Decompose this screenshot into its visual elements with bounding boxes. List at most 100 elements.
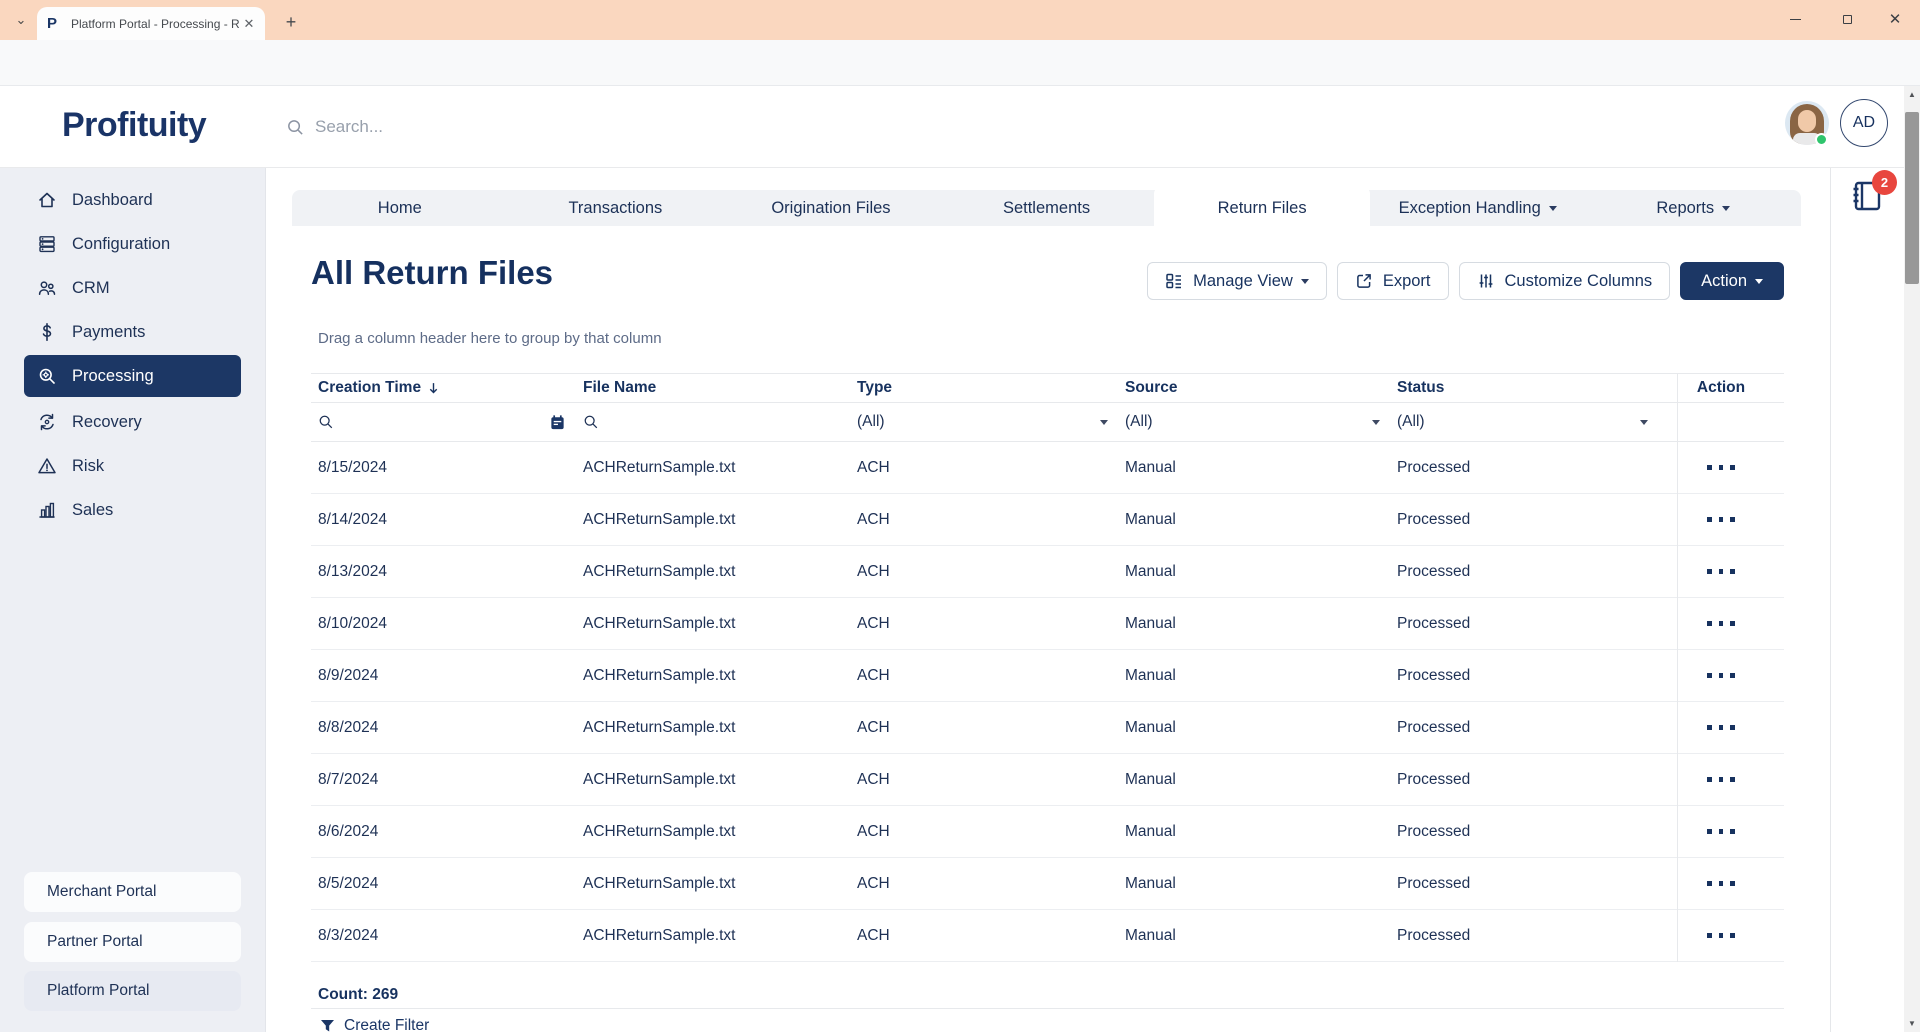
online-status-dot xyxy=(1815,133,1828,146)
window-close-button[interactable]: ✕ xyxy=(1872,0,1918,38)
row-actions-more-button[interactable] xyxy=(1701,511,1741,528)
column-header-file-name[interactable]: File Name xyxy=(576,379,850,397)
sidebar-item-recovery[interactable]: Recovery xyxy=(0,400,266,444)
row-actions-more-button[interactable] xyxy=(1701,771,1741,788)
chevron-down-icon xyxy=(1640,420,1648,425)
sidebar-item-sales[interactable]: Sales xyxy=(0,488,266,532)
tab-return-files[interactable]: Return Files xyxy=(1154,186,1370,230)
browser-tab-strip: ⌄ P Platform Portal - Processing - R ✕ +… xyxy=(0,0,1920,40)
tab-origination-files[interactable]: Origination Files xyxy=(723,190,939,226)
sidebar-label: Payments xyxy=(72,323,145,342)
column-label: File Name xyxy=(583,379,656,397)
tab-close-icon[interactable]: ✕ xyxy=(241,16,257,32)
calendar-icon[interactable] xyxy=(549,414,566,431)
scroll-up-arrow[interactable]: ▲ xyxy=(1904,86,1920,103)
table-row[interactable]: 8/9/2024 ACHReturnSample.txt ACH Manual … xyxy=(311,650,1784,702)
cell-type: ACH xyxy=(850,459,1118,477)
sidebar-label: Dashboard xyxy=(72,191,153,210)
tab-reports[interactable]: Reports xyxy=(1585,190,1801,226)
row-actions-more-button[interactable] xyxy=(1701,927,1741,944)
profituity-logo[interactable]: Profituity xyxy=(62,106,206,145)
scrollbar-thumb[interactable] xyxy=(1905,112,1919,284)
scroll-down-arrow[interactable]: ▼ xyxy=(1904,1015,1920,1032)
file-name-filter[interactable] xyxy=(576,403,850,441)
table-row[interactable]: 8/14/2024 ACHReturnSample.txt ACH Manual… xyxy=(311,494,1784,546)
window-maximize-button[interactable] xyxy=(1824,0,1870,38)
columns-sliders-icon xyxy=(1477,272,1495,290)
home-icon xyxy=(37,190,57,210)
column-label: Type xyxy=(857,379,892,397)
sidebar-label: Recovery xyxy=(72,413,142,432)
column-header-creation-time[interactable]: Creation Time xyxy=(311,379,576,397)
funnel-icon xyxy=(320,1019,335,1033)
browser-toolbar: acme.demo.profituity.com/platform-portal… xyxy=(0,40,1920,86)
column-header-status[interactable]: Status xyxy=(1390,379,1658,397)
row-actions-more-button[interactable] xyxy=(1701,667,1741,684)
export-button[interactable]: Export xyxy=(1337,262,1449,300)
row-actions-more-button[interactable] xyxy=(1701,719,1741,736)
row-actions-more-button[interactable] xyxy=(1701,875,1741,892)
browser-tab[interactable]: P Platform Portal - Processing - R ✕ xyxy=(37,7,265,40)
window-minimize-button[interactable] xyxy=(1772,0,1818,38)
cell-type: ACH xyxy=(850,875,1118,893)
column-header-type[interactable]: Type xyxy=(850,379,1118,397)
sidebar-label: Processing xyxy=(72,367,154,386)
column-label: Creation Time xyxy=(318,379,421,397)
tab-search-chevron-icon[interactable]: ⌄ xyxy=(8,9,34,33)
cell-source: Manual xyxy=(1118,667,1390,685)
button-label: Customize Columns xyxy=(1505,272,1653,291)
row-actions-more-button[interactable] xyxy=(1701,459,1741,476)
status-filter-dropdown[interactable]: (All) xyxy=(1390,403,1658,441)
merchant-portal-button[interactable]: Merchant Portal xyxy=(24,872,241,912)
sidebar-label: Configuration xyxy=(72,235,170,254)
tab-label: Origination Files xyxy=(771,199,890,218)
sidebar-item-risk[interactable]: Risk xyxy=(0,444,266,488)
sidebar-item-processing[interactable]: Processing xyxy=(24,355,241,397)
account-initials-badge[interactable]: AD xyxy=(1840,99,1888,147)
recovery-icon xyxy=(37,412,57,432)
row-actions-more-button[interactable] xyxy=(1701,615,1741,632)
table-row[interactable]: 8/5/2024 ACHReturnSample.txt ACH Manual … xyxy=(311,858,1784,910)
table-row[interactable]: 8/8/2024 ACHReturnSample.txt ACH Manual … xyxy=(311,702,1784,754)
page-title: All Return Files xyxy=(311,254,553,292)
table-row[interactable]: 8/6/2024 ACHReturnSample.txt ACH Manual … xyxy=(311,806,1784,858)
tab-home[interactable]: Home xyxy=(292,190,508,226)
create-filter-link[interactable]: Create Filter xyxy=(320,1017,429,1035)
new-tab-button[interactable]: + xyxy=(278,10,304,36)
source-filter-dropdown[interactable]: (All) xyxy=(1118,403,1390,441)
table-row[interactable]: 8/10/2024 ACHReturnSample.txt ACH Manual… xyxy=(311,598,1784,650)
cell-file-name: ACHReturnSample.txt xyxy=(576,719,850,737)
row-actions-more-button[interactable] xyxy=(1701,563,1741,580)
global-search-input[interactable]: Search... xyxy=(286,110,686,144)
page-scrollbar[interactable]: ▲ ▼ xyxy=(1904,86,1920,1032)
manage-view-button[interactable]: Manage View xyxy=(1147,262,1327,300)
platform-portal-button[interactable]: Platform Portal xyxy=(24,971,241,1011)
sidebar-item-payments[interactable]: Payments xyxy=(0,310,266,354)
footer-separator xyxy=(311,1008,1784,1009)
tab-exception-handling[interactable]: Exception Handling xyxy=(1370,190,1586,226)
sidebar-label: Sales xyxy=(72,501,113,520)
search-icon xyxy=(583,414,599,430)
cell-status: Processed xyxy=(1390,615,1658,633)
partner-portal-button[interactable]: Partner Portal xyxy=(24,922,241,962)
type-filter-dropdown[interactable]: (All) xyxy=(850,403,1118,441)
table-row[interactable]: 8/15/2024 ACHReturnSample.txt ACH Manual… xyxy=(311,442,1784,494)
sidebar-item-configuration[interactable]: Configuration xyxy=(0,222,266,266)
sidebar-item-crm[interactable]: CRM xyxy=(0,266,266,310)
table-row[interactable]: 8/13/2024 ACHReturnSample.txt ACH Manual… xyxy=(311,546,1784,598)
sidebar: Dashboard Configuration CRM Payments Pro… xyxy=(0,168,266,1032)
cell-status: Processed xyxy=(1390,719,1658,737)
column-header-source[interactable]: Source xyxy=(1118,379,1390,397)
tab-transactions[interactable]: Transactions xyxy=(508,190,724,226)
sidebar-item-dashboard[interactable]: Dashboard xyxy=(0,178,266,222)
tab-settlements[interactable]: Settlements xyxy=(939,190,1155,226)
creation-time-filter[interactable] xyxy=(311,403,576,441)
group-by-drag-hint[interactable]: Drag a column header here to group by th… xyxy=(318,330,662,347)
table-row[interactable]: 8/7/2024 ACHReturnSample.txt ACH Manual … xyxy=(311,754,1784,806)
customize-columns-button[interactable]: Customize Columns xyxy=(1459,262,1671,300)
action-button[interactable]: Action xyxy=(1680,262,1784,300)
table-row[interactable]: 8/3/2024 ACHReturnSample.txt ACH Manual … xyxy=(311,910,1784,962)
cell-source: Manual xyxy=(1118,771,1390,789)
row-actions-more-button[interactable] xyxy=(1701,823,1741,840)
chevron-down-icon xyxy=(1301,279,1309,284)
